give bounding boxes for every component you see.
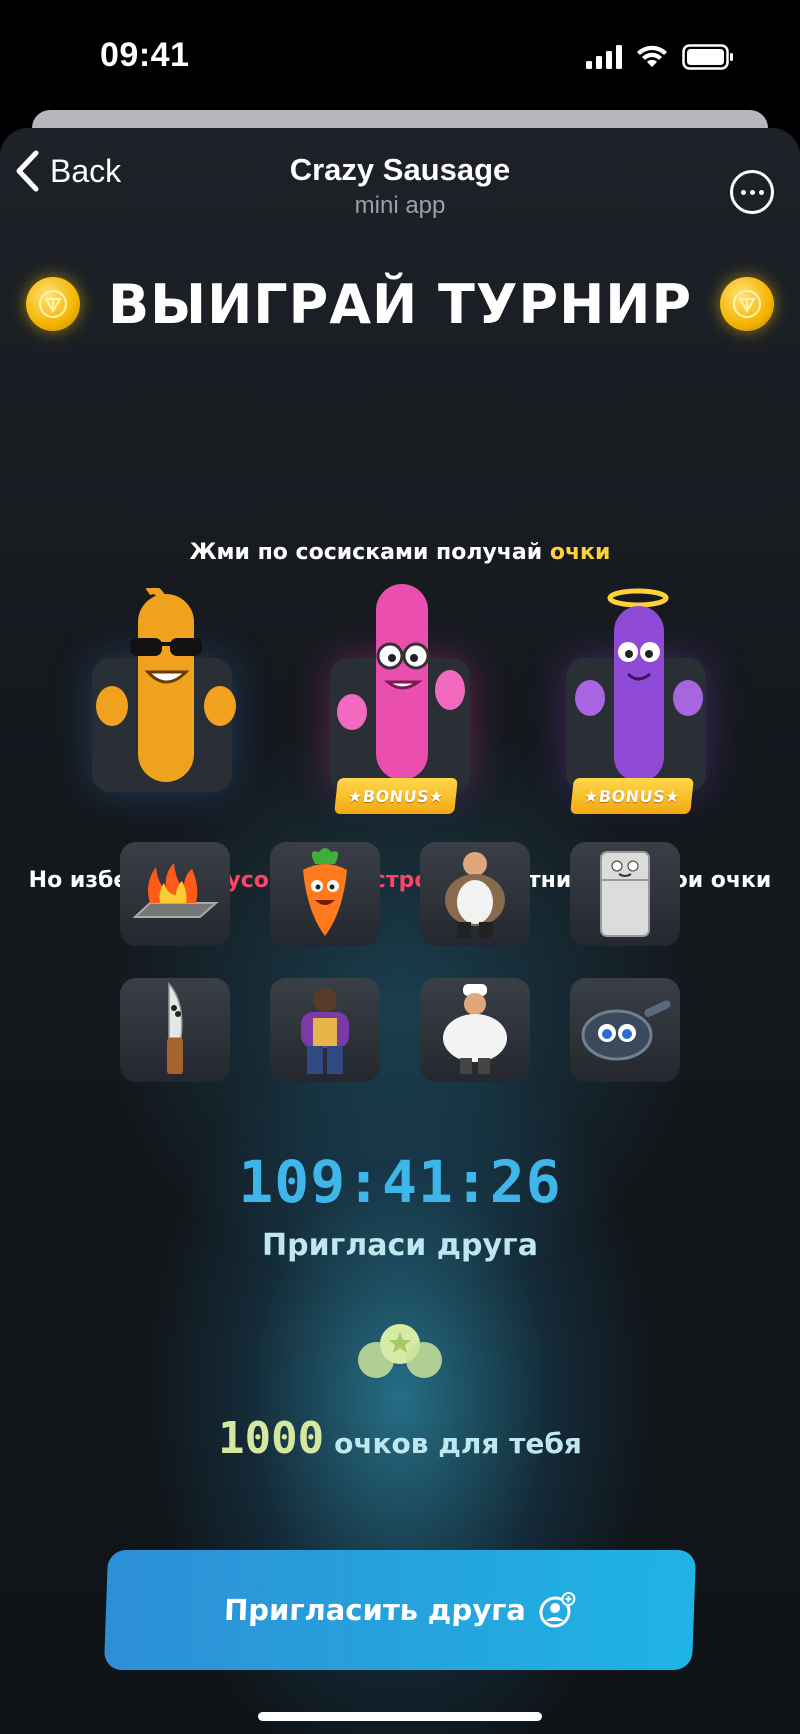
fat-man-icon	[445, 852, 505, 938]
bonus-badge: ★BONUS★	[334, 778, 458, 814]
headline-row: ВЫИГРАЙ ТУРНИР	[0, 268, 800, 340]
monster-fat-man	[420, 842, 530, 946]
sausage-gallery: ★BONUS★ ★BONUS★	[0, 578, 800, 828]
tap-instruction: Жми по сосисками получай очки	[0, 540, 800, 565]
battery-icon	[682, 44, 733, 70]
ton-coin-icon	[25, 277, 80, 331]
reward-coins-icon	[358, 1324, 442, 1378]
more-options-button[interactable]	[730, 170, 774, 214]
mini-app-window: Back Crazy Sausage mini app ВЫИГРАЙ ТУРН…	[0, 128, 800, 1734]
more-dot-icon	[758, 189, 764, 195]
tap-instruction-highlight: очки	[549, 540, 611, 565]
invite-title: Пригласи друга	[262, 1228, 538, 1263]
carrot-icon	[303, 848, 347, 936]
tap-instruction-text: Жми по сосисками получай	[189, 540, 550, 565]
monster-knife	[120, 978, 230, 1082]
app-subtitle: mini app	[354, 192, 446, 219]
invite-friend-button[interactable]: Пригласить друга	[103, 1550, 697, 1670]
add-user-icon	[539, 1592, 576, 1628]
invite-friend-label: Пригласить друга	[223, 1593, 527, 1627]
status-time: 09:41	[100, 36, 190, 74]
status-bar: 09:41	[0, 0, 800, 110]
app-title: Crazy Sausage	[289, 152, 511, 187]
signal-icon	[586, 45, 622, 69]
monster-chef	[420, 978, 530, 1082]
chef-icon	[443, 984, 507, 1074]
monster-fridge	[570, 842, 680, 946]
grill-fire-icon	[132, 863, 219, 918]
nav-bar: Back Crazy Sausage mini app	[0, 128, 800, 228]
more-dot-icon	[740, 189, 746, 195]
ton-coin-icon	[720, 277, 775, 331]
purple-sausage-icon	[575, 588, 703, 782]
bonus-badge: ★BONUS★	[570, 778, 694, 814]
reward-label: очков для тебя	[334, 1427, 582, 1460]
fridge-icon	[600, 851, 650, 937]
monster-man-purple	[270, 978, 380, 1082]
reward-row: 1000 очков для тебя	[0, 1413, 800, 1464]
reward-amount: 1000	[218, 1413, 325, 1464]
man-purple-icon	[301, 988, 349, 1074]
more-dot-icon	[749, 189, 755, 195]
page-headline: ВЫИГРАЙ ТУРНИР	[107, 272, 693, 336]
tournament-timer: 109:41:26	[238, 1148, 562, 1216]
status-icons	[586, 44, 734, 70]
monster-grill	[120, 842, 230, 946]
cool-sausage-icon	[96, 588, 236, 782]
monster-carrot	[270, 842, 380, 946]
monster-frying-pan	[570, 978, 680, 1082]
pink-sausage-icon	[337, 584, 465, 780]
home-indicator[interactable]	[258, 1712, 542, 1721]
wifi-icon	[637, 45, 667, 67]
frying-pan-icon	[581, 1000, 671, 1061]
knife-icon	[167, 982, 183, 1074]
